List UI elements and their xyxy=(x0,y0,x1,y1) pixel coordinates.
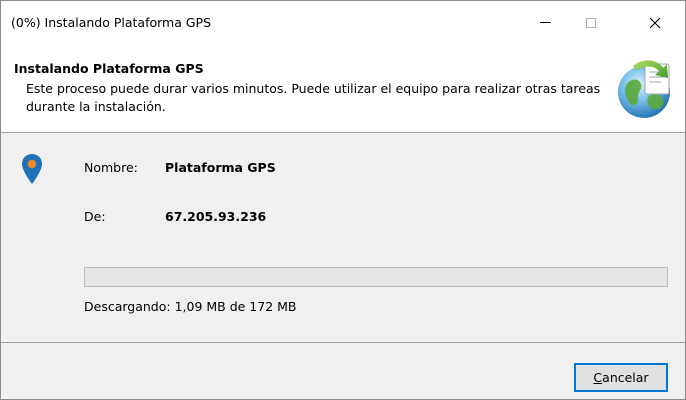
download-progress-bar xyxy=(84,267,668,287)
header-panel: Instalando Plataforma GPS Este proceso p… xyxy=(1,44,685,133)
close-icon xyxy=(649,17,661,28)
title-bar[interactable]: (0%) Instalando Plataforma GPS xyxy=(1,1,685,44)
maximize-icon xyxy=(586,17,596,28)
download-status: Descargando: 1,09 MB de 172 MB xyxy=(84,299,297,314)
installer-window: (0%) Instalando Plataforma GPS Instaland… xyxy=(0,0,686,400)
header-description: Este proceso puede durar varios minutos.… xyxy=(26,81,601,114)
source-label: De: xyxy=(84,209,106,224)
page-title: Instalando Plataforma GPS xyxy=(14,61,204,76)
footer: Cancelar xyxy=(1,342,685,399)
source-value: 67.205.93.236 xyxy=(165,209,267,224)
map-pin-icon xyxy=(22,154,42,184)
close-button[interactable] xyxy=(632,1,678,44)
maximize-button xyxy=(568,1,614,44)
cancel-accesskey: C xyxy=(593,370,603,385)
globe-installer-icon xyxy=(618,60,670,118)
name-label: Nombre: xyxy=(84,160,138,175)
minimize-icon xyxy=(539,22,551,23)
window-title: (0%) Instalando Plataforma GPS xyxy=(11,15,212,30)
cancel-label-rest: ancelar xyxy=(602,370,649,385)
cancel-button[interactable]: Cancelar xyxy=(574,363,668,392)
minimize-button[interactable] xyxy=(522,1,568,44)
name-value: Plataforma GPS xyxy=(165,160,276,175)
details-panel: Nombre: Plataforma GPS De: 67.205.93.236… xyxy=(1,133,685,342)
